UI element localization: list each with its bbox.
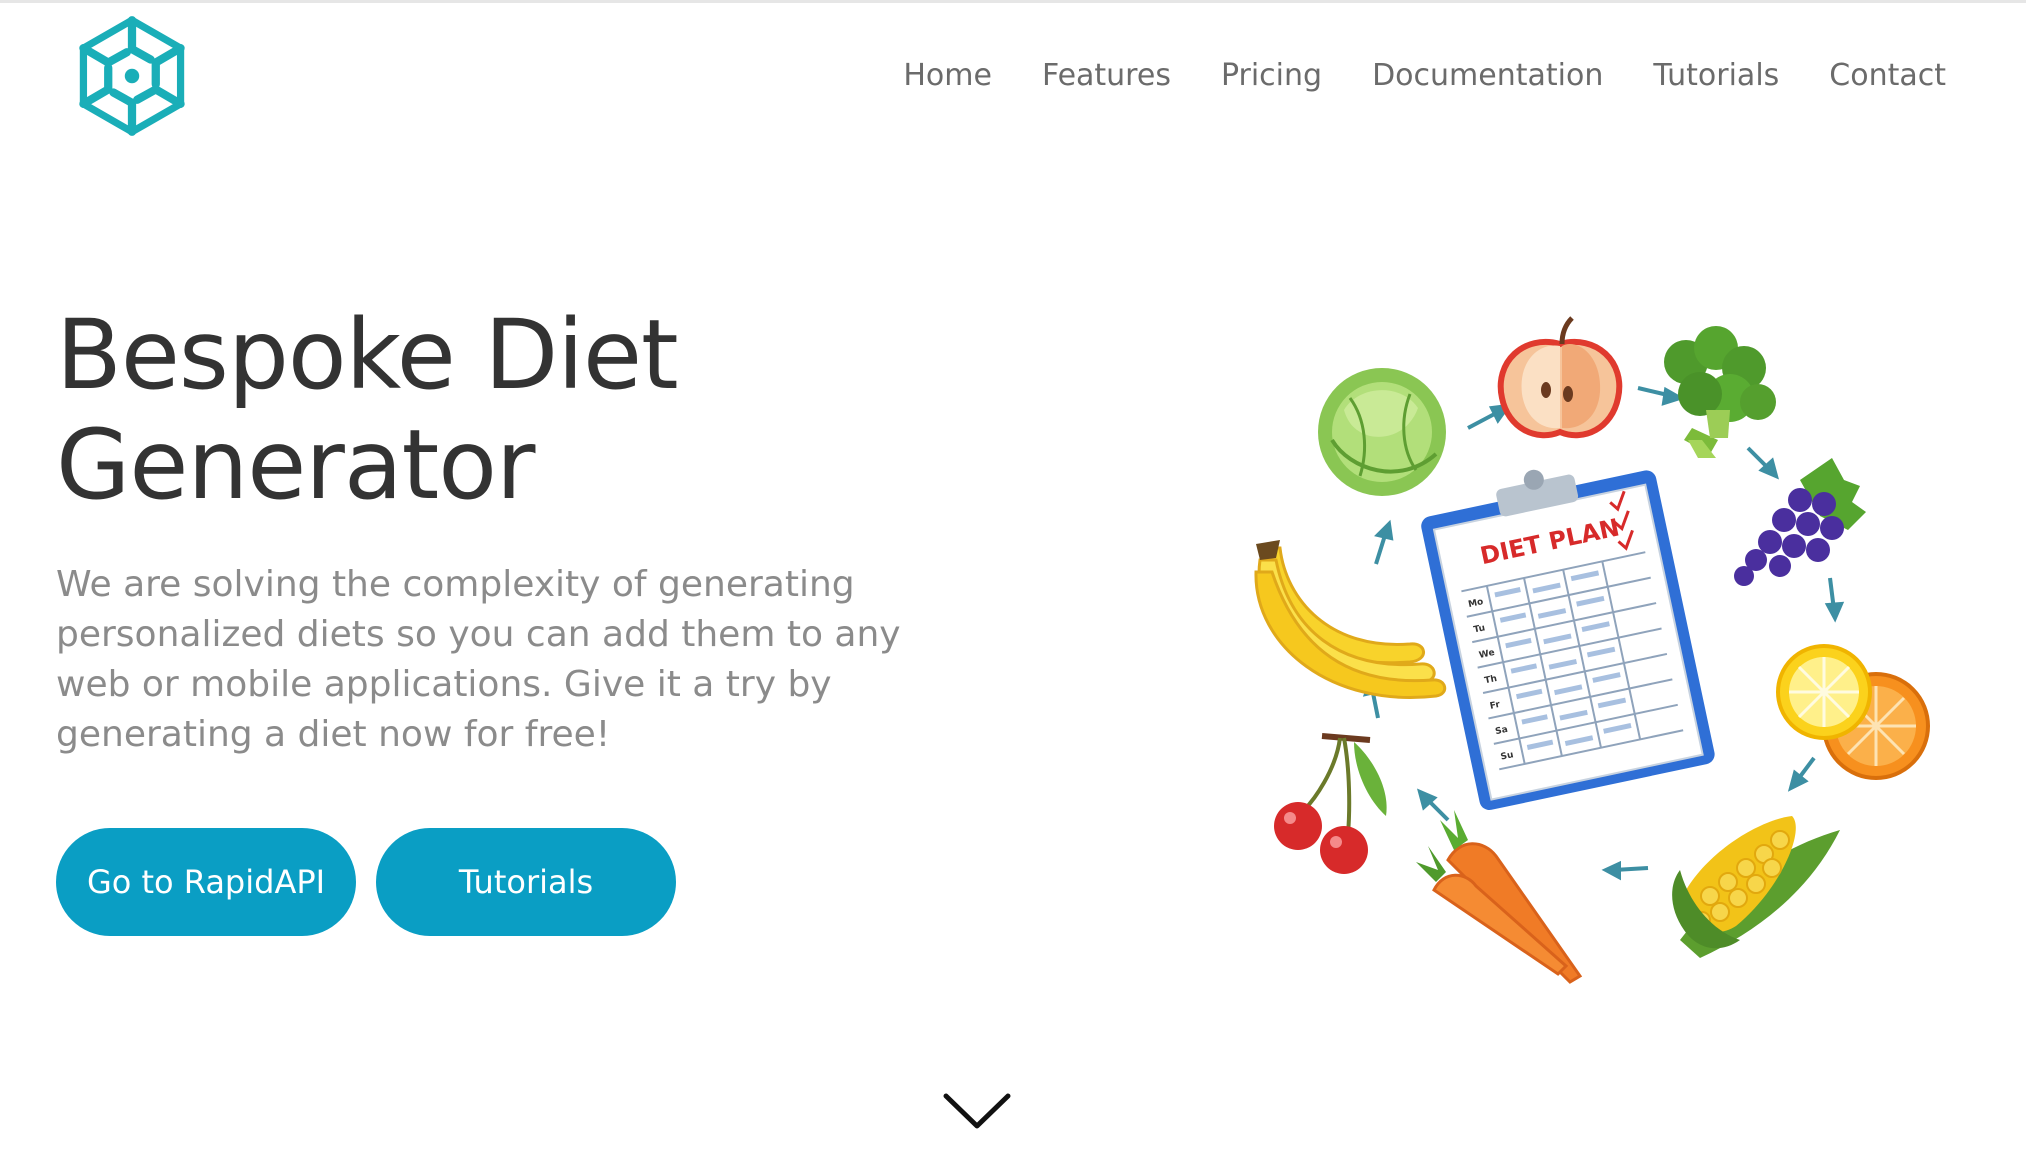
cabbage-icon	[1318, 368, 1446, 496]
nav-tutorials[interactable]: Tutorials	[1653, 56, 1779, 96]
arrow-5	[1787, 756, 1816, 792]
citrus-icon	[1776, 644, 1930, 780]
nav-features[interactable]: Features	[1042, 56, 1171, 96]
hero-description: We are solving the complexity of generat…	[56, 564, 901, 755]
brand-logo-icon[interactable]	[70, 14, 194, 138]
carrot-icon	[1416, 810, 1583, 984]
corn-icon	[1672, 816, 1840, 958]
nav-home[interactable]: Home	[903, 56, 992, 96]
nav-pricing[interactable]: Pricing	[1221, 56, 1322, 96]
arrow-7	[1417, 788, 1450, 822]
main-nav: Home Features Pricing Documentation Tuto…	[853, 56, 1946, 96]
cherries-icon	[1274, 733, 1387, 874]
tutorials-button[interactable]: Tutorials	[376, 828, 676, 936]
top-border	[0, 0, 2026, 3]
nav-contact[interactable]: Contact	[1829, 56, 1946, 96]
arrow-6	[1601, 860, 1649, 881]
nav-documentation[interactable]: Documentation	[1372, 56, 1603, 96]
chevron-down-icon[interactable]	[942, 1090, 1012, 1132]
arrow-3	[1746, 446, 1779, 480]
broccoli-icon	[1664, 326, 1776, 458]
hero-title: Bespoke Diet Generator	[56, 300, 956, 520]
arrow-9	[1374, 519, 1394, 565]
arrow-2	[1637, 386, 1685, 406]
grapes-icon	[1734, 458, 1866, 586]
hero-title-line1: Bespoke Diet	[56, 299, 679, 411]
hero-title-line2: Generator	[56, 409, 535, 521]
apple-icon	[1497, 316, 1623, 439]
landing-page: Home Features Pricing Documentation Tuto…	[0, 0, 2026, 1164]
arrow-1	[1467, 403, 1513, 430]
clipboard-icon: DIET PLAN Mo Tu We Th Fr Sa Su	[1421, 469, 1715, 811]
go-to-rapidapi-button[interactable]: Go to RapidAPI	[56, 828, 356, 936]
arrow-4	[1824, 577, 1845, 623]
diet-plan-illustration: DIET PLAN Mo Tu We Th Fr Sa Su	[1254, 316, 1930, 984]
banana-icon	[1254, 540, 1447, 699]
